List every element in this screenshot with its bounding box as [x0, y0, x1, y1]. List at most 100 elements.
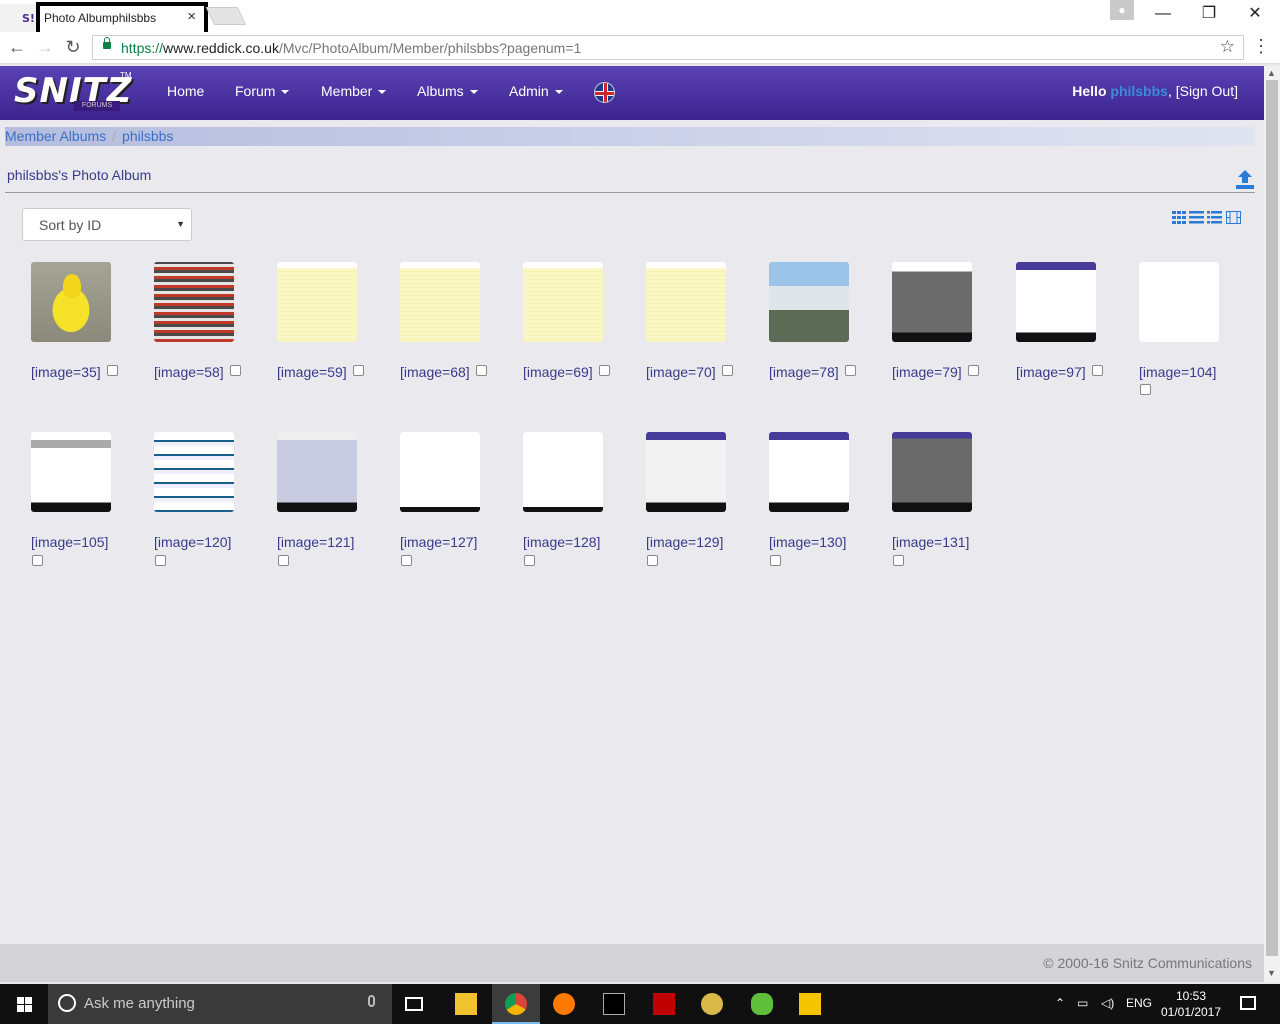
select-checkbox[interactable] — [32, 555, 43, 566]
task-view-icon[interactable] — [392, 984, 440, 1024]
photo-thumbnail[interactable] — [892, 432, 972, 512]
sort-select[interactable]: Sort by ID ▼ — [22, 208, 192, 241]
image-caption[interactable]: [image=121] — [277, 534, 354, 550]
select-checkbox[interactable] — [476, 365, 487, 376]
select-checkbox[interactable] — [722, 365, 733, 376]
bookmark-star-icon[interactable]: ☆ — [1220, 37, 1235, 57]
select-checkbox[interactable] — [1140, 384, 1151, 395]
sql-manager-icon[interactable] — [688, 984, 736, 1024]
photo-thumbnail[interactable] — [769, 432, 849, 512]
image-caption[interactable]: [image=131] — [892, 534, 969, 550]
select-checkbox[interactable] — [599, 365, 610, 376]
nav-albums[interactable]: Albums — [417, 83, 478, 99]
archive-app-icon[interactable] — [786, 984, 834, 1024]
minimize-button[interactable]: — — [1140, 0, 1186, 28]
maximize-button[interactable]: ❐ — [1186, 0, 1232, 28]
grid-view-icon[interactable] — [1172, 211, 1187, 224]
microphone-icon[interactable] — [368, 995, 375, 1007]
photo-thumbnail[interactable] — [400, 432, 480, 512]
image-caption[interactable]: [image=59] — [277, 364, 347, 380]
select-checkbox[interactable] — [107, 365, 118, 376]
chrome-icon[interactable] — [492, 984, 540, 1024]
sign-out-link[interactable]: , [Sign Out] — [1168, 83, 1238, 99]
file-explorer-icon[interactable] — [442, 984, 490, 1024]
address-bar[interactable]: https://www.reddick.co.uk/Mvc/PhotoAlbum… — [92, 35, 1244, 60]
close-icon[interactable]: × — [187, 8, 196, 25]
select-checkbox[interactable] — [647, 555, 658, 566]
select-checkbox[interactable] — [968, 365, 979, 376]
avast-icon[interactable] — [540, 984, 588, 1024]
close-window-button[interactable]: ✕ — [1232, 0, 1278, 28]
network-icon[interactable]: ▭ — [1077, 996, 1088, 1010]
select-checkbox[interactable] — [770, 555, 781, 566]
back-arrow-icon[interactable]: ← — [4, 36, 30, 60]
select-checkbox[interactable] — [401, 555, 412, 566]
previous-tab[interactable]: S! — [0, 4, 40, 32]
nav-home[interactable]: Home — [167, 83, 204, 99]
nav-admin[interactable]: Admin — [509, 83, 563, 99]
forward-arrow-icon[interactable]: → — [32, 36, 58, 60]
photo-thumbnail[interactable] — [1016, 262, 1096, 342]
upload-icon[interactable] — [1234, 168, 1256, 190]
select-checkbox[interactable] — [524, 555, 535, 566]
taskbar-search-input[interactable]: Ask me anything — [48, 984, 392, 1024]
filmstrip-icon[interactable] — [1226, 211, 1241, 224]
scroll-up-icon[interactable]: ▲ — [1267, 68, 1276, 78]
image-caption[interactable]: [image=78] — [769, 364, 839, 380]
select-checkbox[interactable] — [1092, 365, 1103, 376]
image-caption[interactable]: [image=97] — [1016, 364, 1086, 380]
select-checkbox[interactable] — [278, 555, 289, 566]
breadcrumb-user[interactable]: philsbbs — [122, 128, 173, 144]
image-caption[interactable]: [image=68] — [400, 364, 470, 380]
image-caption[interactable]: [image=58] — [154, 364, 224, 380]
photo-thumbnail[interactable] — [154, 262, 234, 342]
nav-forum[interactable]: Forum — [235, 83, 290, 99]
image-caption[interactable]: [image=105] — [31, 534, 108, 550]
image-caption[interactable]: [image=127] — [400, 534, 477, 550]
filezilla-icon[interactable] — [640, 984, 688, 1024]
photo-thumbnail[interactable] — [892, 262, 972, 342]
username-link[interactable]: philsbbs — [1110, 83, 1168, 99]
site-logo[interactable]: SNITZ TM FORUMS — [14, 71, 132, 113]
photo-thumbnail[interactable] — [277, 432, 357, 512]
photo-thumbnail[interactable] — [400, 262, 480, 342]
scroll-down-icon[interactable]: ▼ — [1267, 968, 1276, 978]
select-checkbox[interactable] — [353, 365, 364, 376]
list-view-icon[interactable] — [1189, 211, 1204, 224]
image-caption[interactable]: [image=70] — [646, 364, 716, 380]
windows-start-icon[interactable] — [0, 984, 48, 1024]
reload-icon[interactable]: ↻ — [60, 36, 86, 60]
image-caption[interactable]: [image=35] — [31, 364, 101, 380]
image-caption[interactable]: [image=79] — [892, 364, 962, 380]
photo-thumbnail[interactable] — [31, 262, 111, 342]
photo-thumbnail[interactable] — [646, 262, 726, 342]
select-checkbox[interactable] — [230, 365, 241, 376]
clock[interactable]: 10:53 01/01/2017 — [1158, 988, 1224, 1020]
photo-thumbnail[interactable] — [523, 432, 603, 512]
image-caption[interactable]: [image=129] — [646, 534, 723, 550]
scrollbar-thumb[interactable] — [1266, 80, 1278, 956]
command-prompt-icon[interactable] — [590, 984, 638, 1024]
vertical-scrollbar[interactable]: ▲ ▼ — [1264, 66, 1280, 982]
photo-thumbnail[interactable] — [154, 432, 234, 512]
select-checkbox[interactable] — [893, 555, 904, 566]
tray-expand-icon[interactable]: ⌃ — [1055, 996, 1065, 1010]
image-caption[interactable]: [image=130] — [769, 534, 846, 550]
select-checkbox[interactable] — [845, 365, 856, 376]
image-caption[interactable]: [image=104] — [1139, 364, 1216, 380]
breadcrumb-member-albums[interactable]: Member Albums — [5, 128, 106, 144]
volume-icon[interactable]: ◁) — [1101, 996, 1114, 1010]
image-caption[interactable]: [image=69] — [523, 364, 593, 380]
select-checkbox[interactable] — [155, 555, 166, 566]
photo-thumbnail[interactable] — [769, 262, 849, 342]
nav-member[interactable]: Member — [321, 83, 387, 99]
new-tab-button[interactable] — [205, 7, 247, 25]
browser-menu-icon[interactable]: ⋮ — [1252, 36, 1270, 57]
action-center-icon[interactable] — [1240, 996, 1256, 1010]
photo-thumbnail[interactable] — [31, 432, 111, 512]
photo-thumbnail[interactable] — [646, 432, 726, 512]
photo-thumbnail[interactable] — [523, 262, 603, 342]
image-caption[interactable]: [image=120] — [154, 534, 231, 550]
language-indicator[interactable]: ENG — [1126, 996, 1152, 1010]
database-icon[interactable] — [738, 984, 786, 1024]
